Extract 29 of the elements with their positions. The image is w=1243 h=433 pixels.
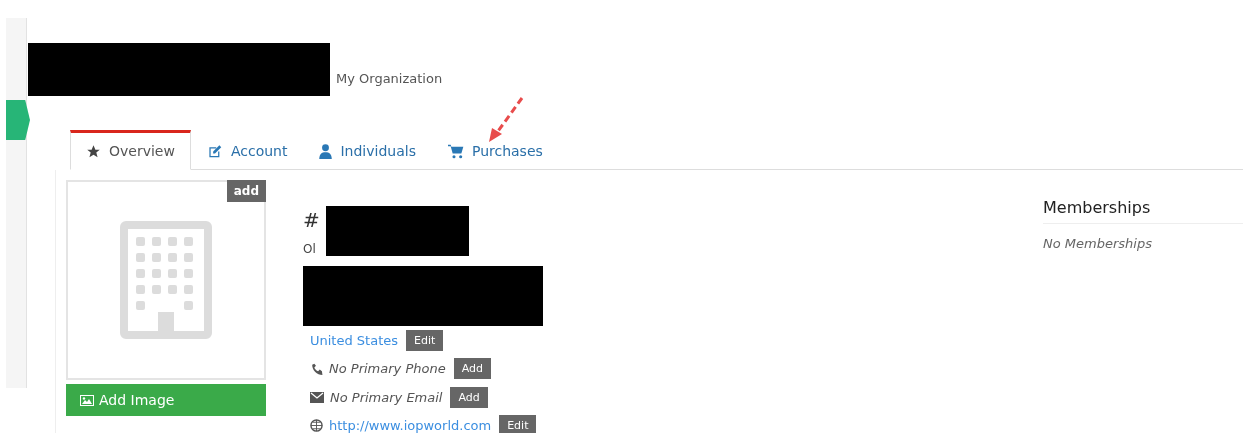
old-id-label: Ol <box>303 242 316 256</box>
tab[interactable]: Overview <box>70 130 191 170</box>
add-button[interactable]: add <box>226 180 266 202</box>
active-marker <box>6 100 30 140</box>
add-button[interactable]: Add <box>453 358 491 380</box>
edit-button[interactable]: Edit <box>499 415 537 433</box>
building-icon <box>120 221 212 339</box>
star-icon <box>86 143 101 159</box>
link[interactable]: http://www.iopworld.com <box>329 418 492 433</box>
add-image-button[interactable]: Add Image <box>66 384 266 416</box>
tab[interactable]: Account <box>190 130 304 170</box>
envelope-icon <box>310 391 324 403</box>
image-icon <box>80 394 94 406</box>
edit-icon <box>206 143 223 159</box>
phone-icon <box>310 362 323 376</box>
empty-value: No Memberships <box>1043 236 1153 251</box>
cart-icon <box>447 143 464 159</box>
tab[interactable]: Purchases <box>431 130 559 170</box>
globe-icon <box>310 419 323 433</box>
edit-button[interactable]: Edit <box>406 329 444 351</box>
tab[interactable]: Individuals <box>303 130 432 170</box>
user-icon <box>319 143 333 159</box>
empty-value: No Primary Email <box>330 389 443 405</box>
link[interactable]: United States <box>310 332 399 348</box>
organization-type: My Organization <box>336 71 443 86</box>
empty-value: No Primary Phone <box>329 361 446 377</box>
section-title: Memberships <box>1043 198 1243 224</box>
add-button[interactable]: Add <box>450 386 488 408</box>
record-number: # <box>303 208 320 232</box>
